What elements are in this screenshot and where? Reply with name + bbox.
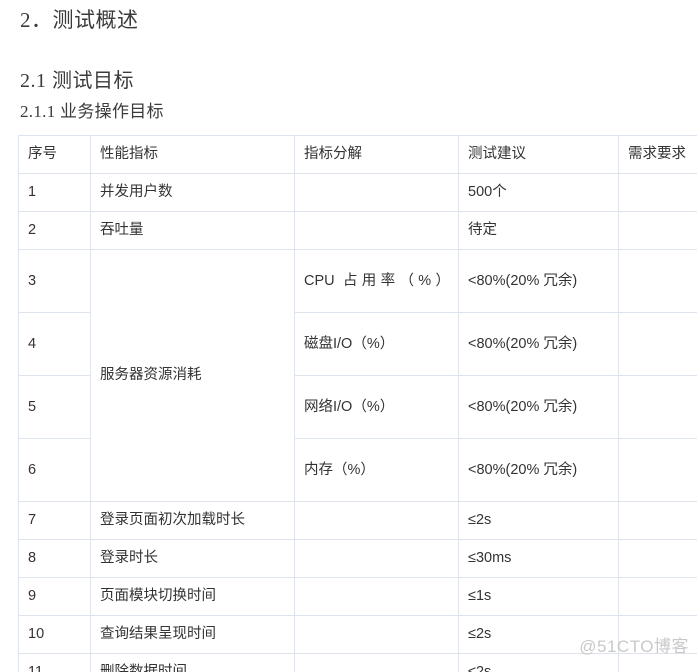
cell-req [618,653,697,672]
column-header-req: 需求要求 [618,135,697,174]
cell-req [618,615,697,654]
cell-req [618,211,697,250]
column-header-metric: 性能指标 [90,135,295,174]
table-row: 1 并发用户数 500个 [18,173,697,212]
cell-break [294,653,459,672]
cell-req [618,577,697,616]
cell-seq: 4 [18,312,91,376]
cell-req [618,501,697,540]
performance-metrics-table-wrap: 序号 性能指标 指标分解 测试建议 需求要求 备注 1 并发用户数 500个 [18,135,697,672]
cell-metric-merged: 服务器资源消耗 [90,249,295,502]
cell-seq: 7 [18,501,91,540]
cell-req [618,539,697,578]
cell-break [294,539,459,578]
table-header-row: 序号 性能指标 指标分解 测试建议 需求要求 备注 [18,135,697,174]
table-row: 11 删除数据时间 ≤2s [18,653,697,672]
cell-advice: 500个 [458,173,619,212]
cell-metric: 吞吐量 [90,211,295,250]
section-heading-2-1-1: 2.1.1 业务操作目标 [20,102,164,121]
cell-req [618,375,697,439]
page-title: 2．测试概述 [20,8,139,32]
cell-advice: ≤1s [458,577,619,616]
cell-metric: 并发用户数 [90,173,295,212]
table-row: 7 登录页面初次加载时长 ≤2s [18,501,697,540]
cell-metric: 登录时长 [90,539,295,578]
cell-seq: 3 [18,249,91,313]
cell-break [294,501,459,540]
cell-break [294,173,459,212]
cell-break: CPU 占用率（%） [294,249,459,313]
document-page: 2．测试概述 2.1 测试目标 2.1.1 业务操作目标 序号 性能指标 指标分… [0,0,697,672]
table-row: 3 服务器资源消耗 CPU 占用率（%） <80%(20% 冗余) [18,249,697,502]
cell-metric: 删除数据时间 [90,653,295,672]
cell-metric: 查询结果呈现时间 [90,615,295,654]
cell-req [618,438,697,502]
cell-seq: 2 [18,211,91,250]
performance-metrics-table: 序号 性能指标 指标分解 测试建议 需求要求 备注 1 并发用户数 500个 [18,135,697,672]
cell-break: 网络I/O（%） [294,375,459,439]
cell-seq: 10 [18,615,91,654]
cell-seq: 11 [18,653,91,672]
cell-advice: <80%(20% 冗余) [458,249,619,313]
cell-seq: 8 [18,539,91,578]
cell-req [618,249,697,313]
cell-advice: <80%(20% 冗余) [458,312,619,376]
cell-advice: ≤2s [458,615,619,654]
cell-req [618,173,697,212]
cell-seq: 1 [18,173,91,212]
cell-advice: <80%(20% 冗余) [458,438,619,502]
cell-advice: 待定 [458,211,619,250]
cell-break: 磁盘I/O（%） [294,312,459,376]
cell-advice: <80%(20% 冗余) [458,375,619,439]
cell-seq: 9 [18,577,91,616]
cell-advice: ≤2s [458,501,619,540]
cell-break [294,211,459,250]
cell-break [294,615,459,654]
cell-seq: 5 [18,375,91,439]
table-row: 10 查询结果呈现时间 ≤2s [18,615,697,654]
column-header-seq: 序号 [18,135,91,174]
cell-metric: 登录页面初次加载时长 [90,501,295,540]
table-row: 9 页面模块切换时间 ≤1s [18,577,697,616]
section-heading-2-1: 2.1 测试目标 [20,70,134,92]
cell-req [618,312,697,376]
cell-advice: ≤30ms [458,539,619,578]
column-header-break: 指标分解 [294,135,459,174]
cell-metric: 页面模块切换时间 [90,577,295,616]
cell-break: 内存（%） [294,438,459,502]
table-row: 8 登录时长 ≤30ms [18,539,697,578]
cell-advice: ≤2s [458,653,619,672]
cell-break [294,577,459,616]
column-header-advice: 测试建议 [458,135,619,174]
table-row: 2 吞吐量 待定 [18,211,697,250]
cell-seq: 6 [18,438,91,502]
